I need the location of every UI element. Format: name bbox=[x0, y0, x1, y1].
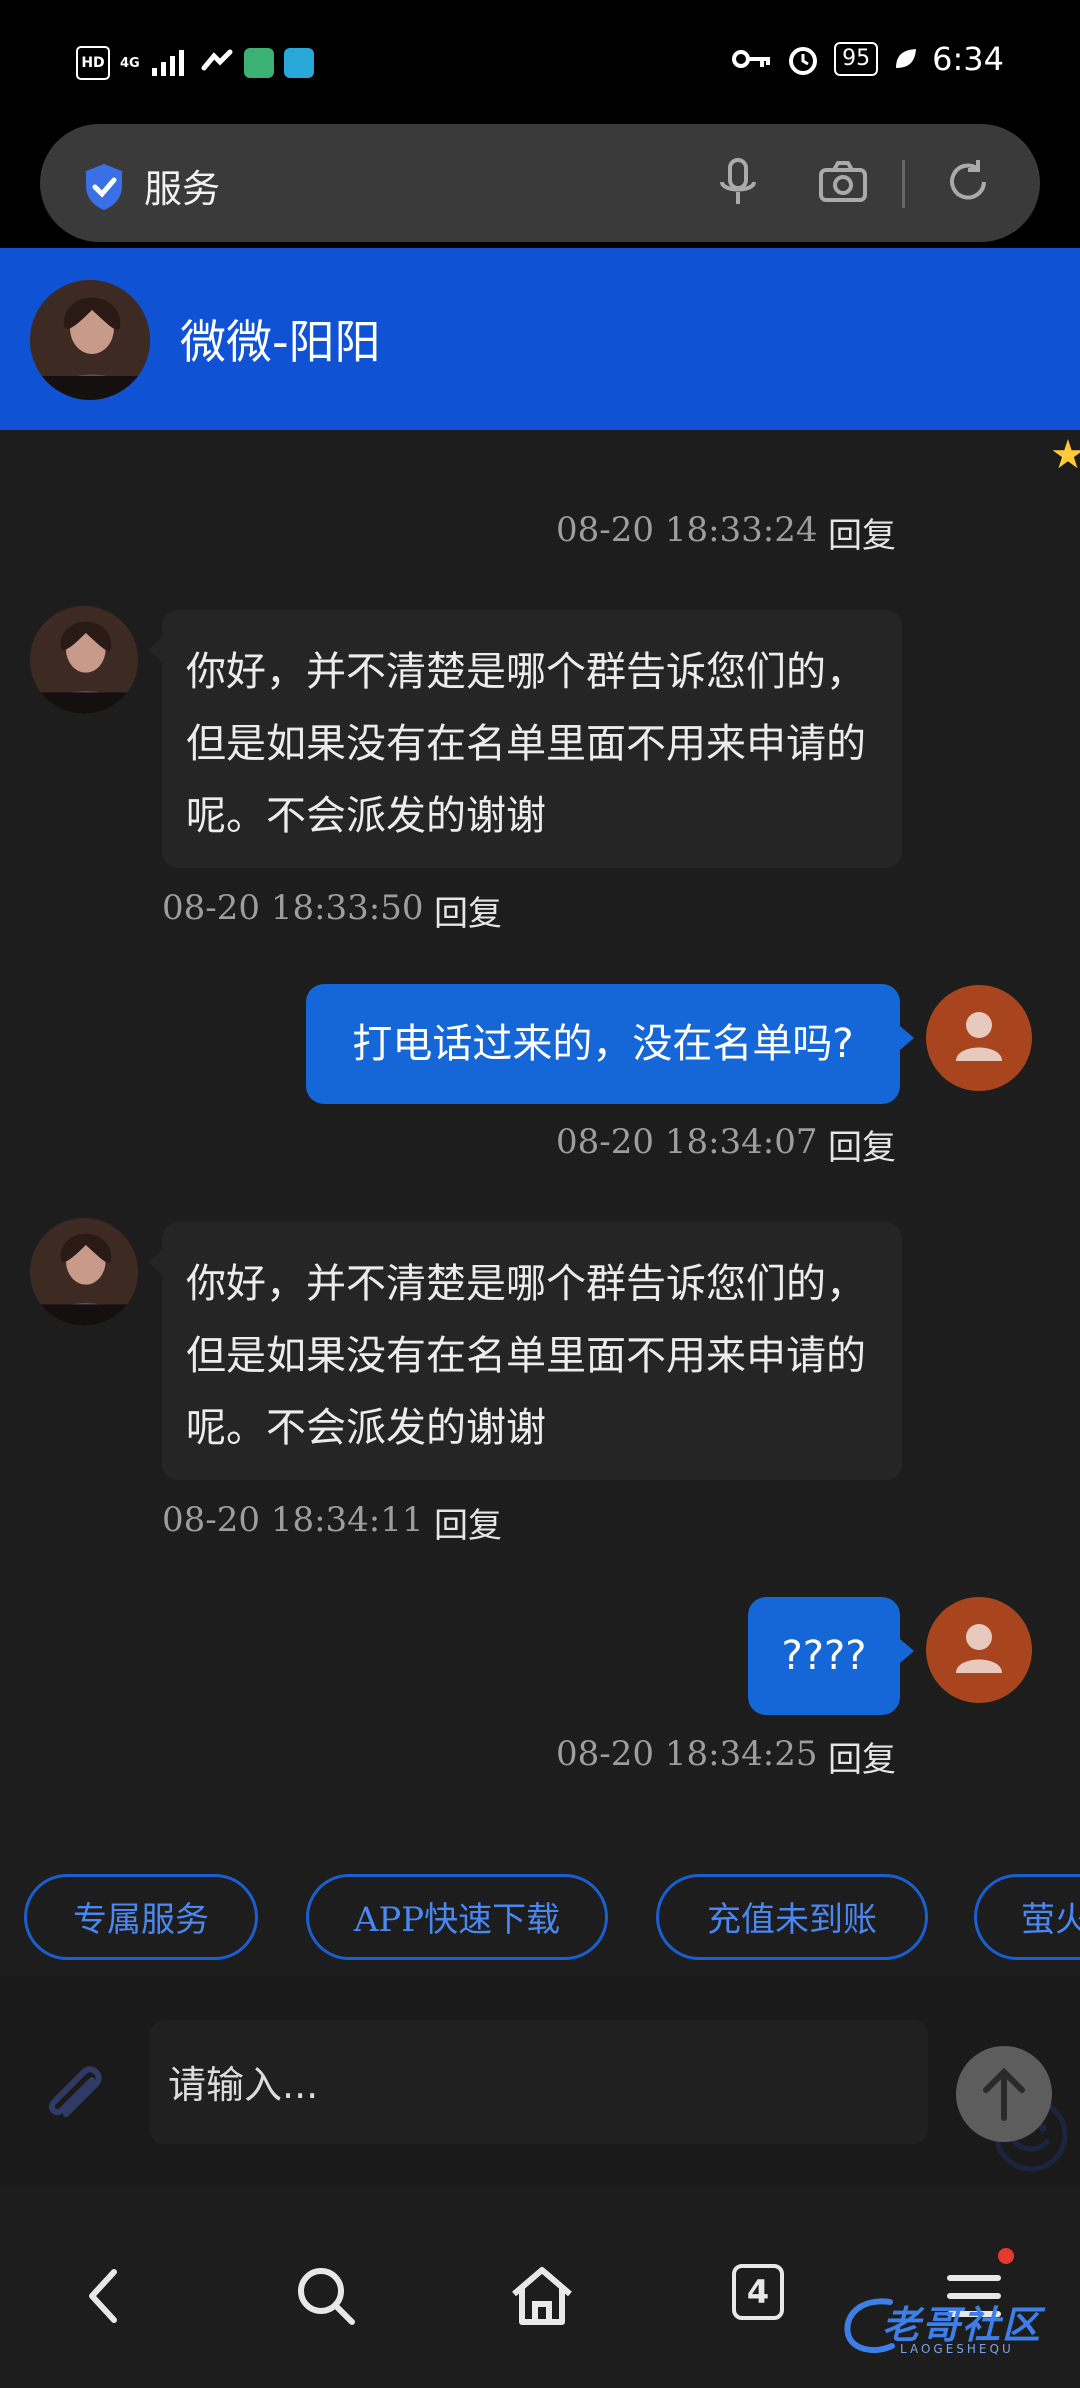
key-icon bbox=[732, 50, 771, 68]
person-icon bbox=[956, 1012, 1002, 1061]
incoming-message-bubble[interactable]: 你好，并不清楚是哪个群告诉您们的，但是如果没有在名单里面不用来申请的呢。不会派发… bbox=[148, 610, 902, 868]
shield-check-icon bbox=[86, 164, 122, 210]
reply-button[interactable]: 回复 bbox=[434, 886, 502, 935]
contact-name: 微微-阳阳 bbox=[180, 315, 381, 369]
avatar-photo bbox=[30, 1218, 138, 1326]
battery-indicator: 95 bbox=[834, 42, 879, 76]
address-text: 服务 bbox=[144, 167, 221, 211]
paperclip-icon[interactable] bbox=[34, 2058, 114, 2138]
star-icon: ★ bbox=[1050, 432, 1080, 478]
avatar-photo bbox=[30, 280, 150, 400]
reply-button[interactable]: 回复 bbox=[434, 1498, 502, 1547]
alarm-icon bbox=[789, 47, 818, 75]
chat-header: 微微-阳阳 bbox=[0, 248, 1080, 430]
microphone-icon[interactable] bbox=[710, 154, 766, 210]
message-input[interactable]: 请输入... bbox=[150, 2020, 1068, 2172]
message-timestamp: 08-20 18:34:11 bbox=[162, 1500, 424, 1540]
outgoing-message-bubble[interactable]: 打电话过来的，没在名单吗? bbox=[306, 984, 914, 1104]
blue-app-icon bbox=[283, 48, 314, 78]
send-button[interactable] bbox=[956, 2046, 1052, 2142]
message-timestamp: 08-20 18:34:07 bbox=[556, 1122, 818, 1162]
tabs-button[interactable]: 4 bbox=[732, 2264, 784, 2320]
quick-reply-chip[interactable]: 充值未到账 bbox=[656, 1874, 928, 1960]
message-timestamp: 08-20 18:33:50 bbox=[162, 888, 424, 928]
status-icons-left: HD 4G bbox=[76, 46, 314, 80]
status-bar: HD 4G 95 6:34 bbox=[0, 0, 1080, 122]
contact-message-avatar[interactable] bbox=[30, 606, 138, 714]
status-icons-right: 95 6:34 bbox=[732, 40, 1004, 78]
watermark-text: 老哥社区 bbox=[882, 2303, 1043, 2347]
user-avatar[interactable] bbox=[926, 1597, 1032, 1703]
avatar-photo bbox=[30, 606, 138, 714]
outgoing-message-bubble[interactable]: ???? bbox=[748, 1597, 914, 1715]
reply-button[interactable]: 回复 bbox=[828, 1120, 896, 1169]
contact-message-avatar[interactable] bbox=[30, 1218, 138, 1326]
link-app-icon bbox=[201, 49, 233, 71]
leaf-icon bbox=[896, 49, 917, 68]
green-app-icon bbox=[243, 48, 274, 78]
watermark-logo: 老哥社区 LAOGESHEQU bbox=[840, 2292, 1064, 2362]
watermark-subtext: LAOGESHEQU bbox=[900, 2342, 1014, 2356]
quick-reply-bar: 专属服务 APP快速下载 充值未到账 萤火 bbox=[0, 1870, 1080, 1974]
user-avatar[interactable] bbox=[926, 985, 1032, 1091]
incoming-message-bubble[interactable]: 你好，并不清楚是哪个群告诉您们的，但是如果没有在名单里面不用来申请的呢。不会派发… bbox=[148, 1222, 902, 1480]
quick-reply-chip[interactable]: 萤火 bbox=[974, 1874, 1080, 1960]
browser-toolbar: 服务 bbox=[0, 122, 1080, 248]
home-icon[interactable] bbox=[504, 2258, 580, 2334]
refresh-icon[interactable] bbox=[940, 154, 996, 210]
notification-dot bbox=[998, 2248, 1014, 2264]
message-timestamp: 08-20 18:33:24 bbox=[556, 510, 818, 550]
composer: 请输入... bbox=[0, 1976, 1080, 2186]
search-icon[interactable] bbox=[288, 2258, 364, 2334]
address-divider bbox=[902, 160, 905, 208]
message-timestamp: 08-20 18:34:25 bbox=[556, 1734, 818, 1774]
arrow-up-icon bbox=[983, 2067, 1025, 2121]
network-type-label: 4G bbox=[120, 55, 140, 71]
camera-icon[interactable] bbox=[815, 154, 871, 210]
quick-reply-chip[interactable]: APP快速下载 bbox=[306, 1874, 608, 1960]
hd-icon: HD bbox=[76, 46, 110, 80]
contact-avatar[interactable] bbox=[30, 280, 150, 400]
status-time: 6:34 bbox=[932, 40, 1004, 78]
reply-button[interactable]: 回复 bbox=[828, 508, 896, 557]
quick-reply-chip[interactable]: 专属服务 bbox=[24, 1874, 258, 1960]
back-icon[interactable] bbox=[68, 2258, 144, 2334]
person-icon bbox=[956, 1624, 1002, 1673]
input-placeholder: 请输入... bbox=[168, 2063, 319, 2107]
browser-bottom-nav: 4 老哥社区 LAOGESHEQU bbox=[0, 2186, 1080, 2388]
address-bar[interactable]: 服务 bbox=[40, 124, 1040, 242]
reply-button[interactable]: 回复 bbox=[828, 1732, 896, 1781]
signal-icon bbox=[151, 50, 184, 76]
